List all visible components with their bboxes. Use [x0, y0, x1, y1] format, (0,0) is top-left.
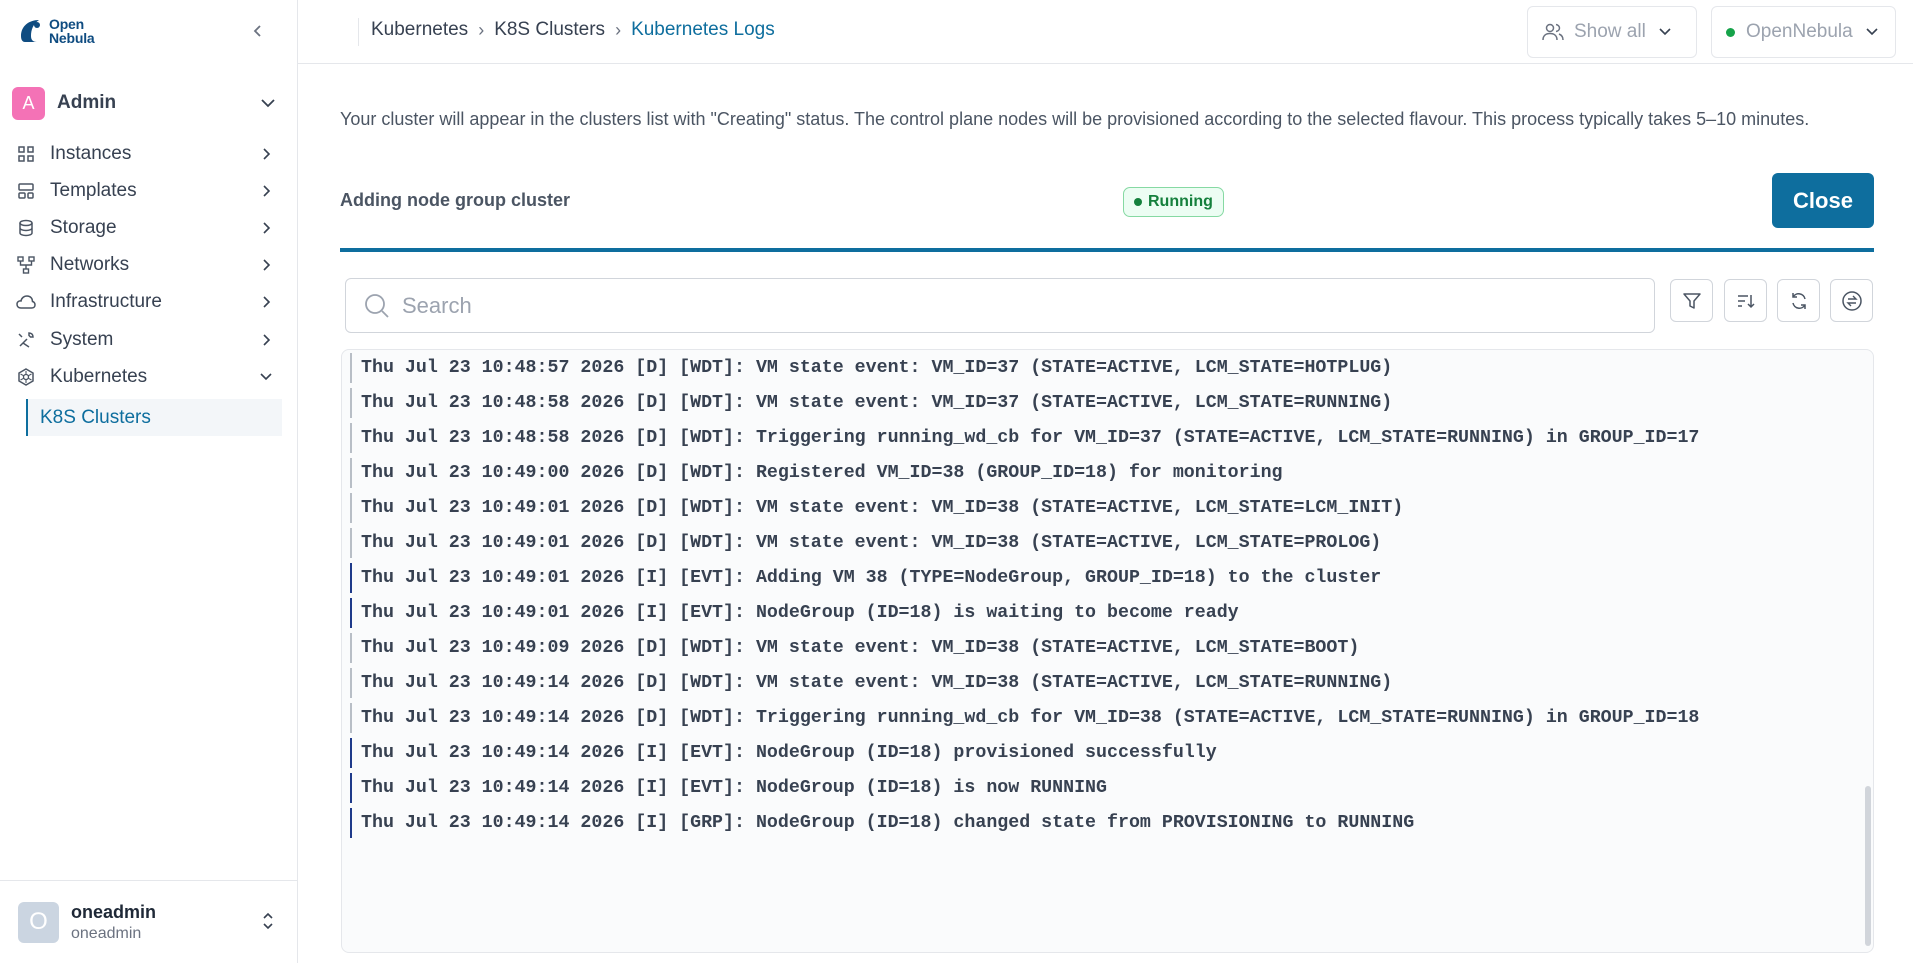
view-filter-label: Show all: [1574, 21, 1646, 42]
chevron-down-icon: [261, 99, 275, 108]
opennebula-logo[interactable]: Open Nebula: [17, 16, 95, 46]
group-name: Admin: [57, 92, 117, 113]
database-icon: [16, 218, 36, 238]
breadcrumb: Kubernetes › K8S Clusters › Kubernetes L…: [371, 19, 775, 41]
chevron-right-icon: [256, 218, 276, 238]
sidebar-subitem-k8s-clusters[interactable]: K8S Clusters: [26, 399, 282, 437]
sidebar-item-label: Infrastructure: [50, 291, 162, 313]
log-line: Thu Jul 23 10:49:14 2026 [D] [WDT]: VM s…: [350, 668, 1392, 698]
refresh-icon: [1791, 292, 1806, 309]
zone-label: OpenNebula: [1746, 21, 1853, 42]
log-line: Thu Jul 23 10:49:01 2026 [D] [WDT]: VM s…: [350, 493, 1403, 523]
template-icon: [16, 181, 36, 201]
sidebar-item-networks[interactable]: Networks: [16, 247, 282, 284]
opennebula-logo-icon: [21, 20, 40, 42]
log-panel[interactable]: Thu Jul 23 10:48:57 2026 [D] [WDT]: VM s…: [341, 349, 1874, 953]
log-line: Thu Jul 23 10:48:57 2026 [D] [WDT]: VM s…: [350, 353, 1392, 383]
sidebar-item-instances[interactable]: Instances: [16, 135, 282, 172]
logo-text-line1: Open: [49, 16, 84, 32]
breadcrumb-k8s-clusters[interactable]: K8S Clusters: [494, 19, 605, 41]
status-dot: [1134, 198, 1142, 206]
cloud-icon: [16, 292, 36, 312]
log-line: Thu Jul 23 10:49:14 2026 [I] [EVT]: Node…: [350, 773, 1107, 803]
sidebar-item-label: Instances: [50, 142, 132, 164]
chevron-right-icon: [256, 292, 276, 312]
log-line: Thu Jul 23 10:49:01 2026 [I] [EVT]: Node…: [350, 598, 1239, 628]
logo-text-line2: Nebula: [49, 30, 95, 46]
sidebar-item-label: Networks: [50, 254, 130, 276]
kubernetes-icon: [16, 367, 36, 387]
sidebar-item-templates[interactable]: Templates: [16, 172, 282, 209]
users-icon: [1542, 23, 1564, 41]
sidebar-nav: Instances Templates Storage Networks Inf…: [16, 135, 282, 437]
chevron-right-icon: [256, 255, 276, 275]
log-line: Thu Jul 23 10:49:14 2026 [I] [EVT]: Node…: [350, 738, 1217, 768]
log-line: Thu Jul 23 10:49:14 2026 [I] [GRP]: Node…: [350, 808, 1414, 838]
collapse-sidebar-button[interactable]: [246, 19, 270, 43]
user-name: oneadmin: [71, 901, 157, 922]
sort-icon: [1737, 294, 1755, 308]
sidebar-item-kubernetes[interactable]: Kubernetes: [16, 358, 282, 395]
breadcrumb-separator-icon: ›: [615, 19, 622, 40]
group-selector[interactable]: A Admin: [12, 86, 284, 120]
log-line: Thu Jul 23 10:48:58 2026 [D] [WDT]: Trig…: [350, 423, 1699, 453]
breadcrumb-current: Kubernetes Logs: [631, 19, 775, 40]
home-button[interactable]: [318, 18, 359, 46]
log-line: Thu Jul 23 10:49:09 2026 [D] [WDT]: VM s…: [350, 633, 1359, 663]
chevron-down-icon: [256, 367, 276, 387]
group-avatar: A: [12, 86, 45, 120]
top-header: Kubernetes › K8S Clusters › Kubernetes L…: [298, 0, 1913, 64]
log-scrollbar-thumb[interactable]: [1865, 786, 1871, 946]
zone-selector[interactable]: OpenNebula: [1711, 6, 1896, 58]
search-icon: [365, 293, 389, 318]
close-button[interactable]: Close: [1772, 173, 1874, 228]
log-line: Thu Jul 23 10:49:14 2026 [D] [WDT]: Trig…: [350, 703, 1699, 733]
auto-scroll-button[interactable]: [1830, 279, 1873, 322]
zone-status-dot: [1726, 27, 1735, 37]
chevron-right-icon: [256, 181, 276, 201]
sidebar-item-storage[interactable]: Storage: [16, 209, 282, 246]
chevron-right-icon: [256, 330, 276, 350]
user-avatar: O: [18, 901, 59, 943]
status-badge: Running: [1123, 187, 1224, 217]
log-search: [345, 278, 1655, 333]
sidebar-item-label: System: [50, 328, 114, 350]
progress-bar: [340, 248, 1874, 252]
breadcrumb-separator-icon: ›: [478, 19, 485, 40]
sidebar-item-infrastructure[interactable]: Infrastructure: [16, 284, 282, 321]
filter-icon: [1682, 292, 1701, 309]
log-line: Thu Jul 23 10:48:58 2026 [D] [WDT]: VM s…: [350, 388, 1392, 418]
sidebar: Open Nebula A Admin Instances Templates …: [0, 0, 298, 963]
log-line: Thu Jul 23 10:49:01 2026 [D] [WDT]: VM s…: [350, 528, 1381, 558]
view-filter-button[interactable]: Show all: [1527, 6, 1697, 58]
follow-icon: [1841, 290, 1862, 311]
sidebar-item-label: Kubernetes: [50, 365, 148, 387]
sidebar-item-system[interactable]: System: [16, 321, 282, 358]
tools-icon: [16, 330, 36, 350]
log-line: Thu Jul 23 10:49:01 2026 [I] [EVT]: Addi…: [350, 563, 1381, 593]
task-title: Adding node group cluster: [340, 190, 570, 210]
chevron-down-icon: [1659, 28, 1671, 36]
search-input[interactable]: [402, 292, 1602, 319]
breadcrumb-kubernetes[interactable]: Kubernetes: [371, 19, 468, 41]
sidebar-item-label: Storage: [50, 216, 117, 238]
chevron-up-down-icon: [263, 912, 273, 930]
user-group: oneadmin: [71, 924, 142, 942]
status-label: Running: [1148, 193, 1213, 210]
chevron-down-icon: [1866, 28, 1878, 36]
network-icon: [16, 255, 36, 275]
log-line: Thu Jul 23 10:49:00 2026 [D] [WDT]: Regi…: [350, 458, 1283, 488]
sidebar-item-label: Templates: [50, 179, 137, 201]
filter-button[interactable]: [1670, 279, 1713, 322]
sort-button[interactable]: [1724, 279, 1767, 322]
refresh-button[interactable]: [1777, 279, 1820, 322]
info-message: Your cluster will appear in the clusters…: [340, 109, 1810, 129]
grid-icon: [16, 144, 36, 164]
chevron-left-icon: [253, 25, 261, 37]
progress-fill: [340, 248, 1874, 252]
chevron-right-icon: [256, 144, 276, 164]
user-menu[interactable]: O oneadmin oneadmin: [0, 880, 298, 963]
